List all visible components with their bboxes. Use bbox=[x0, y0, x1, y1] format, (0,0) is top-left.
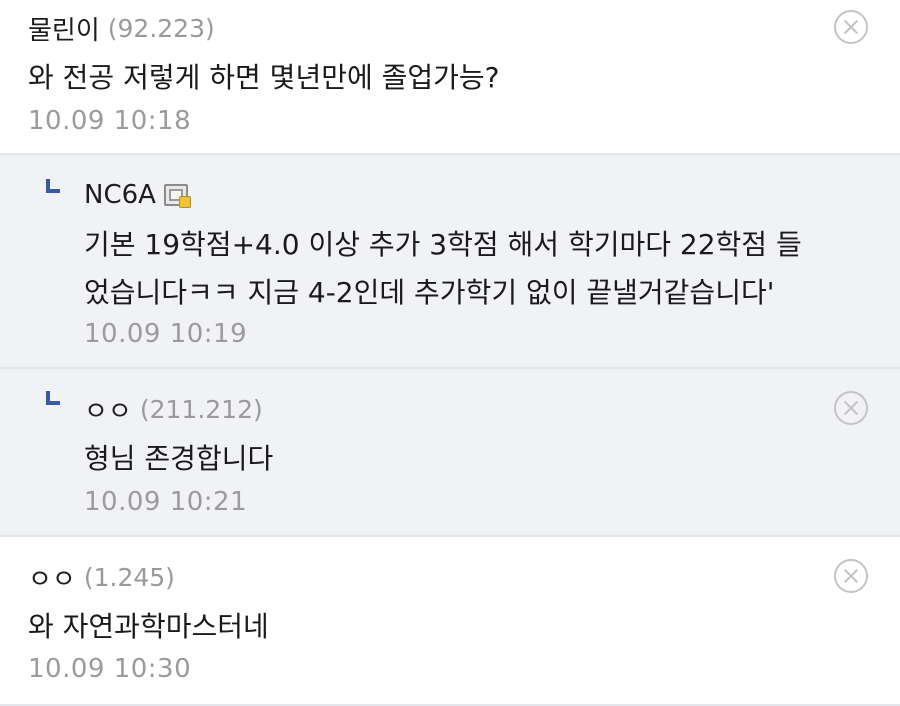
comment-text: 와 전공 저렇게 하면 몇년만에 졸업가능? bbox=[28, 61, 500, 94]
comment-header: ㅇㅇ (211.212) bbox=[84, 391, 263, 427]
reply-arrow-icon bbox=[46, 391, 60, 405]
comment-item: ㅇㅇ (1.245) 와 자연과학마스터네 10.09 10:30 bbox=[0, 537, 900, 706]
delete-comment-icon[interactable] bbox=[834, 10, 868, 44]
comment-nickname[interactable]: ㅇㅇ bbox=[28, 559, 76, 596]
comment-item: 물린이 (92.223) 와 전공 저렇게 하면 몇년만에 졸업가능? 10.0… bbox=[0, 0, 900, 155]
comment-header: NC6A bbox=[84, 177, 191, 213]
delete-comment-icon[interactable] bbox=[834, 559, 868, 593]
comment-ip: (92.223) bbox=[107, 13, 215, 43]
comment-ip: (211.212) bbox=[139, 394, 263, 424]
comment-nickname[interactable]: 물린이 bbox=[28, 10, 100, 47]
reply-item: ㅇㅇ (211.212) 형님 존경합니다 10.09 10:21 bbox=[0, 369, 900, 537]
comment-ip: (1.245) bbox=[83, 562, 175, 592]
comment-header: 물린이 (92.223) bbox=[28, 10, 215, 46]
comment-date: 10.09 10:21 bbox=[84, 487, 248, 517]
comment-text-line-1: 기본 19학점+4.0 이상 추가 3학점 해서 학기마다 22학점 들 bbox=[84, 228, 802, 261]
delete-comment-icon[interactable] bbox=[834, 391, 868, 425]
comment-date: 10.09 10:18 bbox=[28, 106, 192, 136]
comment-text: 와 자연과학마스터네 bbox=[28, 610, 269, 643]
reply-item: NC6A 기본 19학점+4.0 이상 추가 3학점 해서 학기마다 22학점 … bbox=[0, 155, 900, 369]
reply-arrow-icon bbox=[46, 179, 60, 193]
fixed-nickname-icon bbox=[163, 184, 191, 208]
comment-list: 물린이 (92.223) 와 전공 저렇게 하면 몇년만에 졸업가능? 10.0… bbox=[0, 0, 900, 706]
comment-date: 10.09 10:19 bbox=[84, 319, 248, 349]
comment-text-line-2: 었습니다ㅋㅋ 지금 4-2인데 추가학기 없이 끝낼거같습니다' bbox=[84, 276, 775, 309]
comment-nickname[interactable]: NC6A bbox=[84, 180, 156, 210]
comment-text: 형님 존경합니다 bbox=[84, 442, 274, 475]
comment-date: 10.09 10:30 bbox=[28, 654, 192, 684]
comment-nickname[interactable]: ㅇㅇ bbox=[84, 391, 132, 428]
comment-header: ㅇㅇ (1.245) bbox=[28, 559, 175, 595]
